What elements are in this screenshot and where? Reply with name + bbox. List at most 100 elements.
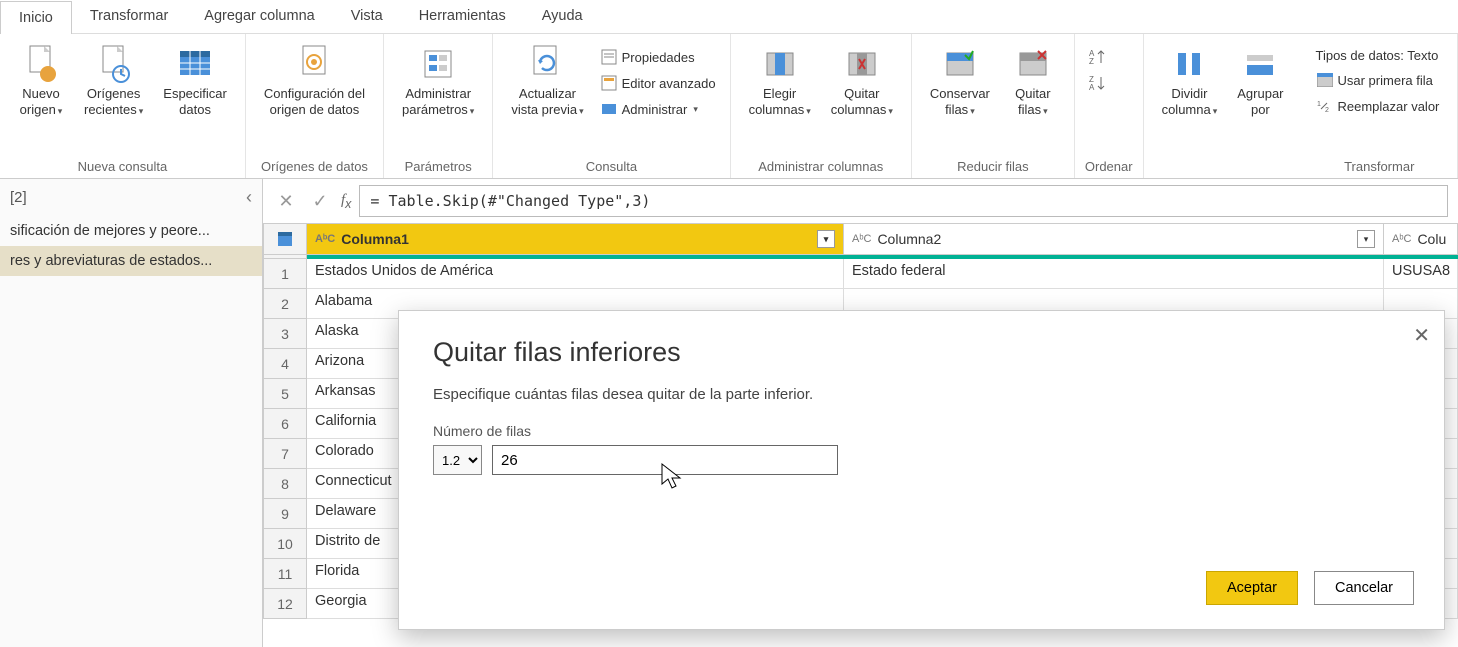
primera-fila-label: Usar primera fila: [1338, 73, 1433, 88]
menu-bar: Inicio Transformar Agregar columna Vista…: [0, 0, 1458, 34]
group-ordenar: AZ ZA Ordenar: [1075, 34, 1144, 178]
cell[interactable]: Estado federal: [844, 259, 1384, 289]
dialog-title: Quitar filas inferiores: [433, 337, 1410, 368]
row-number: 12: [263, 589, 307, 619]
group-origenes: Configuración del origen de datos Orígen…: [246, 34, 384, 178]
ribbon: Nuevo origen Orígenes recientes Especifi…: [0, 34, 1458, 179]
quitar-columnas-label: Quitar columnas: [831, 86, 893, 117]
menu-herramientas[interactable]: Herramientas: [401, 0, 524, 33]
propiedades-button[interactable]: Propiedades: [596, 46, 720, 68]
formula-bar: ✕ ✓ fx: [263, 179, 1458, 223]
table-icon: [1316, 71, 1334, 89]
remove-bottom-rows-dialog: ✕ Quitar filas inferiores Especifique cu…: [398, 310, 1445, 630]
queries-pane: [2] ‹ sificación de mejores y peore... r…: [0, 179, 263, 647]
group-reducir-filas: Conservar filas Quitar filas Reducir fil…: [912, 34, 1075, 178]
svg-text:1: 1: [1317, 101, 1321, 108]
administrar-button[interactable]: Administrar: [596, 98, 720, 120]
source-new-icon: [21, 44, 61, 84]
text-type-icon: AᵇC: [1392, 233, 1411, 245]
row-number: 5: [263, 379, 307, 409]
column1-filter-icon[interactable]: ▾: [817, 230, 835, 248]
actualizar-vista-button[interactable]: Actualizar vista previa: [503, 40, 591, 121]
row-number: 1: [263, 259, 307, 289]
menu-transformar[interactable]: Transformar: [72, 0, 186, 33]
primera-fila-button[interactable]: Usar primera fila: [1312, 69, 1444, 91]
especificar-datos-label: Especificar datos: [163, 86, 227, 117]
administrar-label: Administrar: [622, 102, 688, 117]
row-number: 7: [263, 439, 307, 469]
config-origen-button[interactable]: Configuración del origen de datos: [256, 40, 373, 121]
sort-asc-button[interactable]: AZ: [1085, 46, 1111, 68]
column-header-3[interactable]: AᵇC Colu: [1384, 223, 1458, 255]
agrupar-por-button[interactable]: Agrupar por: [1229, 40, 1291, 121]
conservar-filas-label: Conservar filas: [930, 86, 990, 117]
rows-count-input[interactable]: [492, 445, 838, 475]
column1-name: Columna1: [341, 231, 409, 247]
agrupar-por-label: Agrupar por: [1237, 86, 1283, 117]
especificar-datos-button[interactable]: Especificar datos: [155, 40, 235, 121]
column-header-2[interactable]: AᵇC Columna2 ▾: [844, 223, 1384, 255]
svg-text:2: 2: [1325, 107, 1329, 113]
admin-parametros-button[interactable]: Administrar parámetros: [394, 40, 482, 121]
editor-avanzado-label: Editor avanzado: [622, 76, 716, 91]
quitar-filas-button[interactable]: Quitar filas: [1002, 40, 1064, 121]
row-number: 4: [263, 349, 307, 379]
select-all-corner[interactable]: [263, 223, 307, 255]
reemplazar-valor-button[interactable]: 12 Reemplazar valor: [1312, 95, 1444, 117]
group-label-split: [1154, 170, 1292, 174]
group-by-icon: [1240, 44, 1280, 84]
table-row[interactable]: 1Estados Unidos de AméricaEstado federal…: [263, 259, 1458, 289]
group-label-parametros: Parámetros: [394, 155, 482, 174]
column-header-1[interactable]: AᵇC Columna1 ▾: [307, 223, 844, 255]
collapse-queries-icon[interactable]: ‹: [246, 187, 252, 208]
column3-name: Colu: [1417, 231, 1446, 247]
elegir-columnas-button[interactable]: Elegir columnas: [741, 40, 819, 121]
group-parametros: Administrar parámetros Parámetros: [384, 34, 493, 178]
propiedades-label: Propiedades: [622, 50, 695, 65]
editor-avanzado-button[interactable]: Editor avanzado: [596, 72, 720, 94]
row-number: 9: [263, 499, 307, 529]
query-item-0[interactable]: sificación de mejores y peore...: [0, 216, 262, 246]
cancel-button[interactable]: Cancelar: [1314, 571, 1414, 605]
column2-filter-icon[interactable]: ▾: [1357, 230, 1375, 248]
quitar-filas-label: Quitar filas: [1015, 86, 1050, 117]
query-item-1[interactable]: res y abreviaturas de estados...: [0, 246, 262, 276]
menu-vista[interactable]: Vista: [333, 0, 401, 33]
formula-input[interactable]: [359, 185, 1448, 217]
remove-cols-icon: [842, 44, 882, 84]
sort-desc-button[interactable]: ZA: [1085, 72, 1111, 94]
cell[interactable]: USUSA8: [1384, 259, 1458, 289]
tipos-datos-button[interactable]: Tipos de datos: Texto: [1312, 46, 1444, 65]
svg-text:Z: Z: [1089, 57, 1094, 65]
cancel-formula-icon[interactable]: ✕: [273, 188, 299, 214]
group-label-admin-cols: Administrar columnas: [741, 155, 901, 174]
cell[interactable]: Estados Unidos de América: [307, 259, 844, 289]
row-number: 3: [263, 319, 307, 349]
column2-name: Columna2: [877, 231, 941, 247]
svg-text:A: A: [1089, 83, 1095, 91]
row-number: 2: [263, 289, 307, 319]
menu-ayuda[interactable]: Ayuda: [524, 0, 601, 33]
source-recent-icon: [94, 44, 134, 84]
menu-inicio[interactable]: Inicio: [0, 1, 72, 34]
dividir-columna-button[interactable]: Dividir columna: [1154, 40, 1226, 121]
row-number: 10: [263, 529, 307, 559]
group-label-transformar: Transformar: [1312, 155, 1448, 174]
conservar-filas-button[interactable]: Conservar filas: [922, 40, 998, 121]
replace-icon: 12: [1316, 97, 1334, 115]
reemplazar-valor-label: Reemplazar valor: [1338, 99, 1440, 114]
gear-doc-icon: [294, 44, 334, 84]
group-admin-columnas: Elegir columnas Quitar columnas Administ…: [731, 34, 912, 178]
text-type-icon: AᵇC: [852, 233, 871, 245]
origenes-recientes-button[interactable]: Orígenes recientes: [76, 40, 151, 121]
ok-button[interactable]: Aceptar: [1206, 571, 1298, 605]
dialog-close-icon[interactable]: ✕: [1413, 323, 1430, 348]
group-transformar: Tipos de datos: Texto Usar primera fila …: [1302, 34, 1458, 178]
text-type-icon: AᵇC: [315, 233, 335, 245]
value-type-select[interactable]: 1.2: [433, 445, 482, 475]
sort-asc-icon: AZ: [1089, 48, 1107, 66]
menu-agregar-columna[interactable]: Agregar columna: [186, 0, 332, 33]
nuevo-origen-button[interactable]: Nuevo origen: [10, 40, 72, 121]
quitar-columnas-button[interactable]: Quitar columnas: [823, 40, 901, 121]
accept-formula-icon[interactable]: ✓: [307, 188, 333, 214]
